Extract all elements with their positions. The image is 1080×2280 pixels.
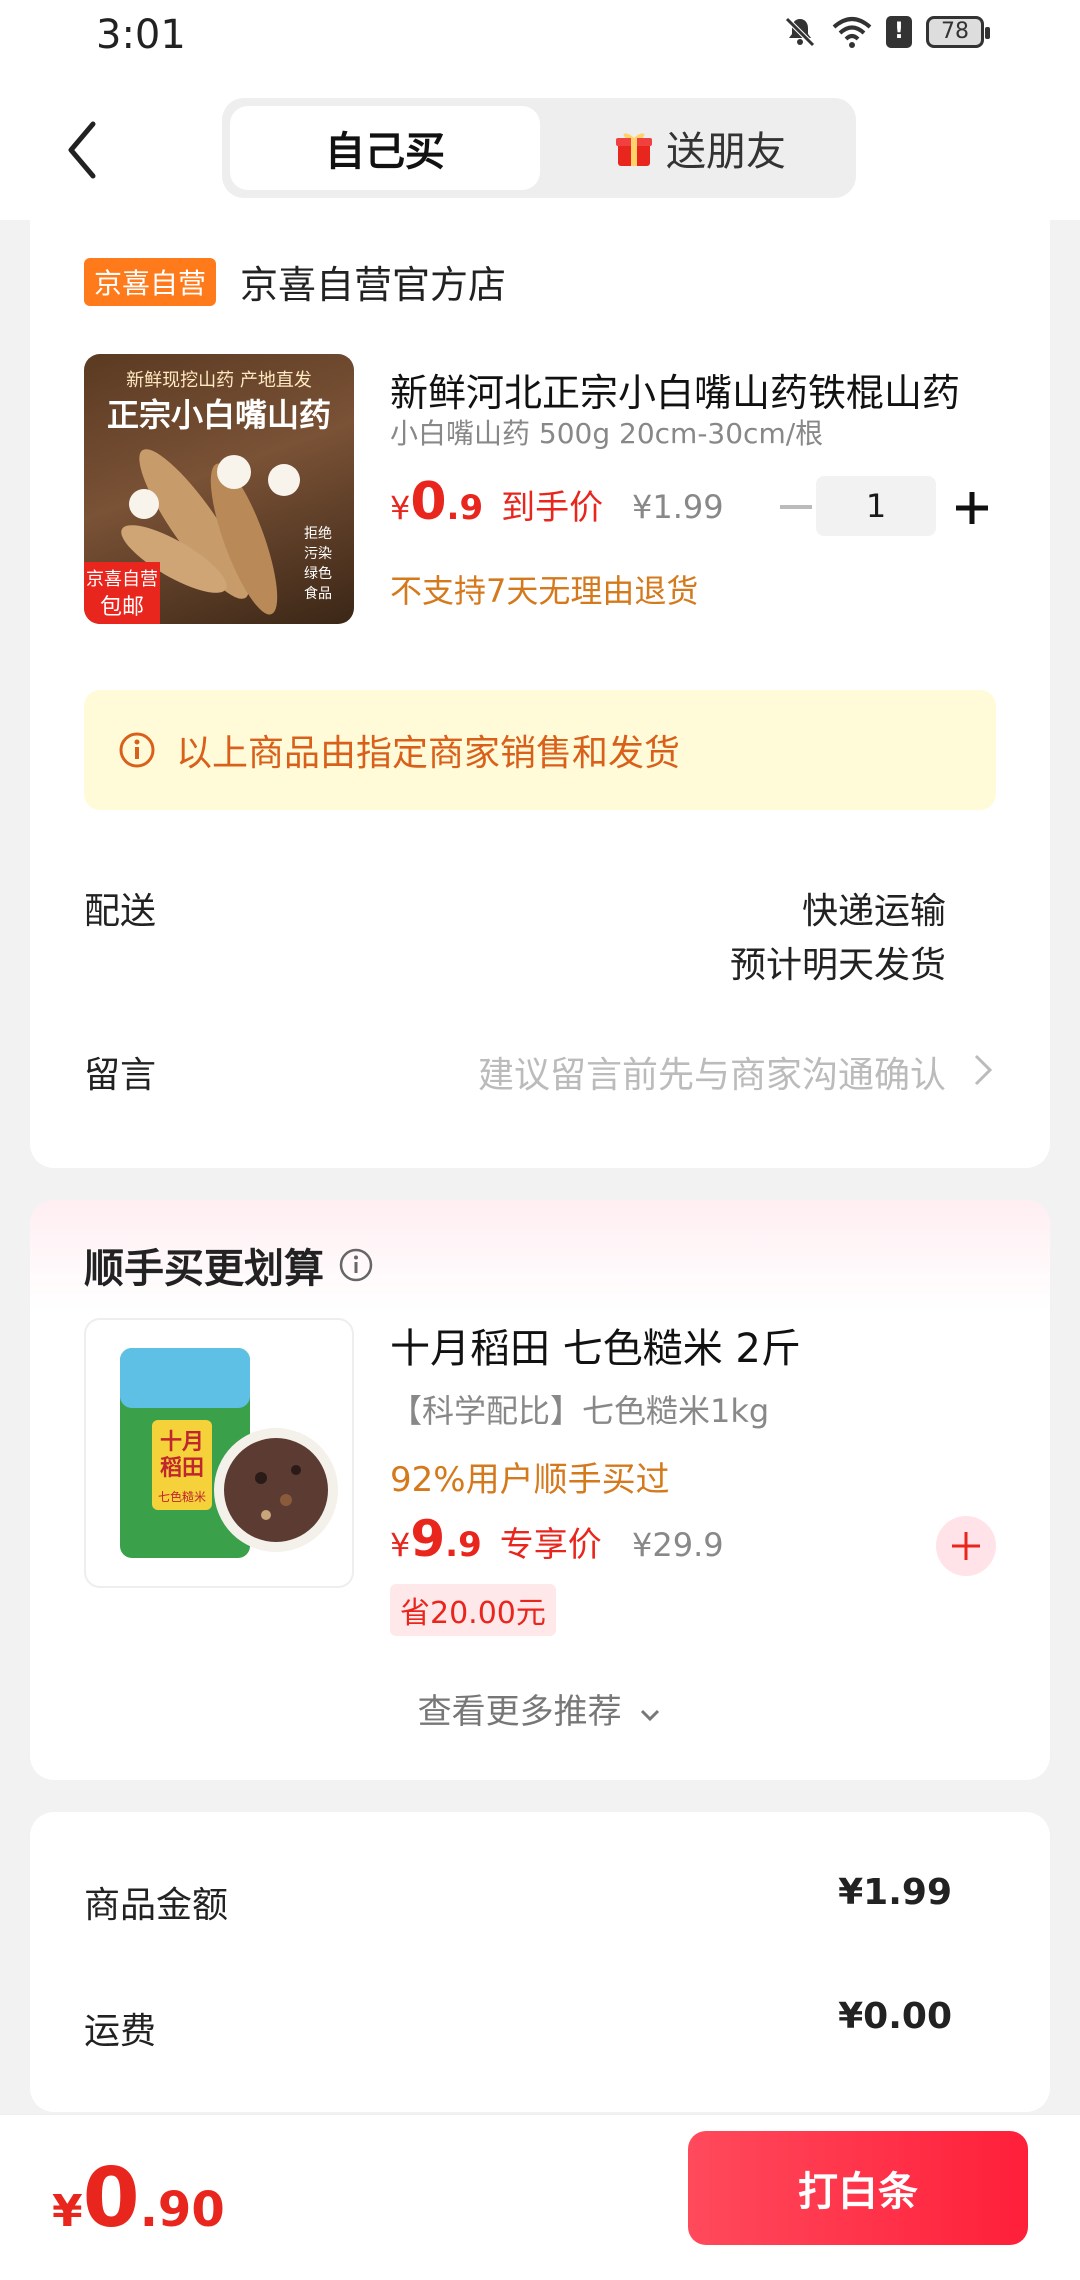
rice-bag-brand: 十月稻田 (159, 1430, 204, 1481)
product-title[interactable]: 新鲜河北正宗小白嘴山药铁棍山药 (390, 362, 1000, 417)
recommended-bought-stat: 92%用户顺手买过 (390, 1460, 670, 1500)
recommended-price: ¥ 9 .9 专享价 (390, 1510, 602, 1568)
status-icons: ! 78 (782, 14, 990, 50)
image-title-text: 正宗小白嘴山药 (106, 396, 331, 434)
status-time: 3:01 (96, 12, 186, 58)
tab-self-buy[interactable]: 自己买 (230, 106, 540, 190)
gift-icon (616, 133, 652, 166)
bell-off-icon (785, 17, 815, 47)
back-button[interactable] (52, 110, 112, 190)
plus-icon (952, 1532, 980, 1560)
status-bar: 3:01 ! 78 (0, 0, 1080, 80)
message-input[interactable]: 建议留言前先与商家沟通确认 (478, 1046, 946, 1098)
total-decimal: .90 (139, 2182, 225, 2238)
chevron-down-icon (641, 1709, 660, 1722)
add-recommended-button[interactable] (936, 1516, 996, 1576)
tab-send-friend[interactable]: 送朋友 (552, 106, 848, 190)
recommendation-header: 顺手买更划算 (84, 1236, 374, 1294)
increase-quantity-button[interactable] (952, 488, 992, 528)
freight-value: ¥0.00 (838, 1996, 952, 2037)
freight-label: 运费 (84, 2011, 157, 2052)
top-nav: 自己买 送朋友 (0, 80, 1080, 220)
price-decimal: .9 (445, 1525, 482, 1565)
info-icon[interactable] (338, 1247, 374, 1283)
delivery-method[interactable]: 快递运输 (802, 882, 946, 934)
info-icon (119, 732, 155, 768)
order-card: 京喜自营 京喜自营官方店 新鲜现挖山药 产地直发 正宗小白嘴山药 京喜自营 包邮… (30, 220, 1050, 1168)
rice-bag-illustration (120, 1348, 338, 1558)
product-spec: 小白嘴山药 500g 20cm-30cm/根 (390, 417, 824, 450)
delivery-eta: 预计明天发货 (729, 945, 946, 986)
price-decimal: .9 (446, 488, 484, 528)
price-label: 到手价 (501, 488, 604, 528)
recommended-product-image[interactable]: 十月稻田 七色糙米 (84, 1318, 354, 1588)
alert-icon: ! (886, 16, 912, 48)
decrease-quantity-button[interactable] (776, 492, 816, 522)
product-image[interactable]: 新鲜现挖山药 产地直发 正宗小白嘴山药 京喜自营 包邮 拒绝污染 绿色食品 (84, 354, 354, 624)
price-label: 专享价 (499, 1525, 602, 1565)
image-tag-line2: 包邮 (99, 595, 144, 620)
recommendation-title: 顺手买更划算 (84, 1246, 324, 1292)
image-tag-line1: 京喜自营 (86, 569, 158, 590)
tab-self-buy-label: 自己买 (325, 129, 445, 175)
price-symbol: ¥ (390, 1526, 411, 1564)
wifi-icon (832, 17, 872, 48)
total-symbol: ¥ (52, 2186, 83, 2237)
total-price: ¥ 0 .90 (52, 2151, 225, 2246)
shop-name[interactable]: 京喜自营官方店 (240, 254, 506, 309)
image-shipping-tag: 京喜自营 包邮 (84, 562, 160, 624)
goods-amount-label: 商品金额 (84, 1885, 229, 1926)
recommendation-card: 顺手买更划算 十月稻田 七色糙米 十月稻田 七色糙米 2斤 【科学配比】七色糙米… (30, 1200, 1050, 1780)
checkout-bar: ¥ 0 .90 打白条 (0, 2114, 1080, 2280)
quantity-field[interactable]: 1 (816, 476, 936, 536)
image-banner-text: 新鲜现挖山药 产地直发 (126, 370, 312, 391)
shop-badge: 京喜自营 (84, 258, 217, 306)
price-symbol: ¥ (390, 489, 411, 527)
price-summary-card: 商品金额 ¥1.99 运费 ¥0.00 (30, 1812, 1050, 2112)
original-price: ¥1.99 (632, 488, 724, 526)
price-integer: 9 (410, 1510, 446, 1568)
total-integer: 0 (82, 2151, 140, 2246)
rice-bag-sub: 七色糙米 (157, 1490, 206, 1504)
recommended-product-desc: 【科学配比】七色糙米1kg (390, 1392, 770, 1430)
price-integer: 0 (410, 472, 447, 532)
purchase-mode-switch: 自己买 送朋友 (222, 98, 856, 198)
seller-notice-text: 以上商品由指定商家销售和发货 (176, 733, 681, 774)
image-side-text: 拒绝污染 绿色食品 (304, 526, 332, 602)
tab-send-friend-label: 送朋友 (666, 129, 786, 175)
back-arrow-icon (68, 121, 96, 179)
pay-button[interactable]: 打白条 (688, 2131, 1028, 2245)
delivery-label: 配送 (84, 891, 157, 932)
battery-icon: 78 (926, 16, 990, 48)
more-recommendations-label: 查看更多推荐 (417, 1692, 622, 1732)
seller-notice: 以上商品由指定商家销售和发货 (84, 690, 996, 810)
no-return-notice: 不支持7天无理由退货 (390, 572, 699, 610)
chevron-right-icon (974, 1054, 993, 1086)
savings-badge: 省20.00元 (390, 1584, 556, 1636)
recommended-product-title[interactable]: 十月稻田 七色糙米 2斤 (390, 1316, 801, 1374)
message-label: 留言 (84, 1055, 157, 1096)
product-price: ¥ 0 .9 到手价 (390, 472, 603, 532)
more-recommendations-link[interactable]: 查看更多推荐 (30, 1684, 1050, 1733)
goods-amount-value: ¥1.99 (838, 1872, 952, 1913)
recommended-original-price: ¥29.9 (632, 1526, 724, 1564)
